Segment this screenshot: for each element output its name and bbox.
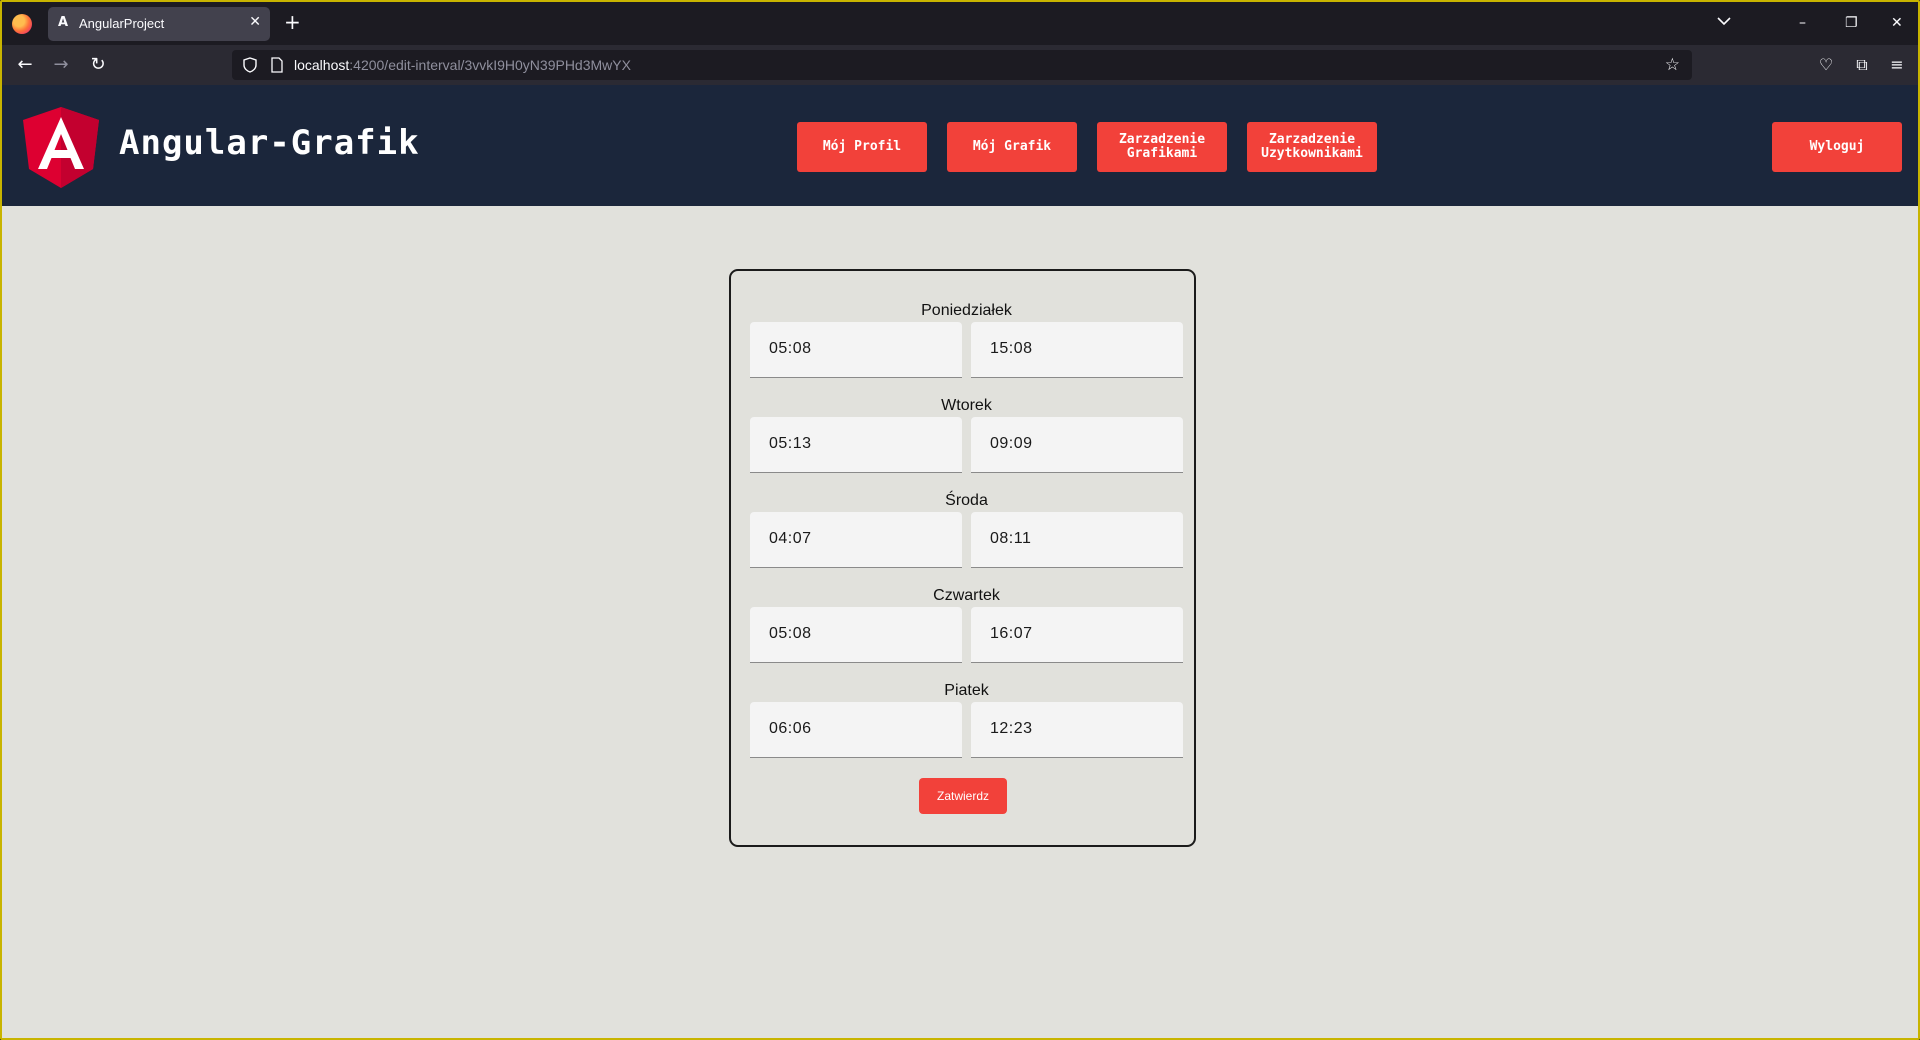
manage-users-button[interactable]: Zarzadzenie Uzytkownikami	[1247, 122, 1377, 172]
end-time-value: 16:07	[990, 625, 1033, 642]
menu-icon[interactable]: ≡	[1887, 55, 1907, 75]
forward-icon[interactable]: →	[50, 55, 72, 77]
new-tab-icon[interactable]: +	[284, 10, 301, 34]
day-label: Poniedziałek	[921, 302, 1012, 319]
close-tab-icon[interactable]: ✕	[249, 14, 261, 30]
manage-schedules-button[interactable]: Zarzadzenie Grafikami	[1097, 122, 1227, 172]
extensions-icon[interactable]: ⧉	[1852, 55, 1872, 75]
end-time-value: 15:08	[990, 340, 1033, 357]
day-label: Piatek	[944, 682, 989, 699]
page-icon	[271, 57, 283, 73]
my-schedule-button[interactable]: Mój Grafik	[947, 122, 1077, 172]
end-time-input[interactable]: 15:08	[971, 322, 1183, 378]
url-text[interactable]: localhost:4200/edit-interval/3vvkI9H0yN3…	[294, 57, 631, 73]
start-time-input[interactable]: 05:08	[750, 322, 962, 378]
edit-interval-form: Poniedziałek 05:08 15:08 Wtorek 05:13 09…	[729, 269, 1196, 847]
start-time-value: 05:08	[769, 340, 812, 357]
main-content: Poniedziałek 05:08 15:08 Wtorek 05:13 09…	[2, 206, 1918, 1038]
tab-bar: A AngularProject ✕ + – ❐ ✕	[2, 2, 1918, 45]
reload-icon[interactable]: ↻	[87, 55, 109, 77]
browser-tab[interactable]: A AngularProject ✕	[48, 7, 270, 41]
end-time-input[interactable]: 09:09	[971, 417, 1183, 473]
back-icon[interactable]: ←	[14, 55, 36, 77]
app-brand-title: Angular-Grafik	[119, 123, 420, 163]
end-time-input[interactable]: 08:11	[971, 512, 1183, 568]
chevron-down-icon[interactable]	[1715, 12, 1733, 30]
start-time-value: 05:13	[769, 435, 812, 452]
start-time-input[interactable]: 05:08	[750, 607, 962, 663]
start-time-value: 05:08	[769, 625, 812, 642]
day-label: Wtorek	[941, 397, 992, 414]
logout-button[interactable]: Wyloguj	[1772, 122, 1902, 172]
url-path: :4200/edit-interval/3vvkI9H0yN39PHd3MwYX	[349, 57, 631, 73]
start-time-input[interactable]: 06:06	[750, 702, 962, 758]
tab-title: AngularProject	[79, 16, 165, 31]
url-host: localhost	[294, 57, 350, 73]
shield-icon[interactable]	[242, 57, 258, 73]
url-bar[interactable]: localhost:4200/edit-interval/3vvkI9H0yN3…	[232, 50, 1692, 80]
end-time-input[interactable]: 12:23	[971, 702, 1183, 758]
angular-logo-icon	[23, 107, 99, 188]
end-time-input[interactable]: 16:07	[971, 607, 1183, 663]
start-time-input[interactable]: 05:13	[750, 417, 962, 473]
pocket-icon[interactable]: ♡	[1816, 55, 1836, 75]
angular-favicon-icon: A	[58, 15, 69, 30]
close-window-icon[interactable]: ✕	[1891, 14, 1903, 32]
minimize-icon[interactable]: –	[1799, 14, 1806, 32]
app-header: Angular-Grafik Mój Profil Mój Grafik Zar…	[2, 85, 1918, 206]
browser-window: A AngularProject ✕ + – ❐ ✕ ← → ↻ localho…	[0, 0, 1920, 1040]
end-time-value: 12:23	[990, 720, 1033, 737]
firefox-icon[interactable]	[12, 14, 32, 34]
start-time-value: 06:06	[769, 720, 812, 737]
day-label: Czwartek	[933, 587, 1000, 604]
submit-button[interactable]: Zatwierdz	[919, 778, 1007, 814]
my-profile-button[interactable]: Mój Profil	[797, 122, 927, 172]
day-label: Środa	[945, 492, 988, 509]
start-time-value: 04:07	[769, 530, 812, 547]
bookmark-star-icon[interactable]: ☆	[1665, 55, 1680, 75]
navigation-bar: ← → ↻ localhost:4200/edit-interval/3vvkI…	[2, 45, 1918, 85]
restore-icon[interactable]: ❐	[1845, 14, 1858, 32]
start-time-input[interactable]: 04:07	[750, 512, 962, 568]
end-time-value: 08:11	[990, 530, 1032, 547]
end-time-value: 09:09	[990, 435, 1033, 452]
